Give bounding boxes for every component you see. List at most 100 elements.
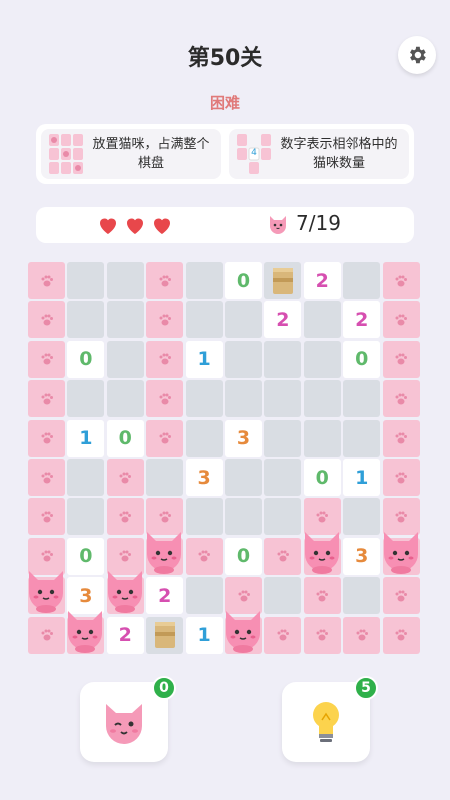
paw-cell[interactable] [264, 537, 302, 575]
board-cell[interactable] [303, 419, 341, 457]
paw-cell[interactable] [146, 419, 184, 457]
board-cell[interactable] [343, 380, 381, 418]
board-cell[interactable] [146, 459, 184, 496]
heart-icon [100, 218, 116, 234]
paw-cell[interactable] [28, 498, 65, 536]
number-cell: 2 [343, 301, 381, 339]
paw-cell[interactable] [146, 262, 184, 299]
paw-icon [41, 550, 53, 562]
board-cell[interactable] [185, 577, 223, 615]
board-cell[interactable] [185, 262, 223, 299]
cat-cell [382, 531, 420, 575]
paw-cell[interactable] [185, 537, 223, 575]
board-cell[interactable] [225, 459, 262, 496]
paw-icon [395, 472, 408, 483]
paw-icon [238, 590, 250, 602]
paw-icon [41, 432, 53, 444]
board-cell[interactable] [264, 459, 302, 496]
board-cell[interactable] [67, 498, 105, 536]
paw-cell[interactable] [382, 340, 420, 378]
cat-hint-button[interactable]: 0 [80, 676, 176, 762]
board-cell[interactable] [343, 419, 381, 457]
paw-cell[interactable] [382, 459, 420, 496]
rule-card-number: 4 数字表示相邻格中的猫咪数量 [229, 129, 409, 179]
paw-icon [41, 275, 53, 286]
board-cell[interactable] [225, 340, 262, 378]
board-cell[interactable] [225, 380, 262, 418]
board-cell[interactable] [67, 262, 105, 299]
status-bar: 7/19 [36, 207, 414, 243]
paw-icon [119, 550, 132, 562]
paw-icon [277, 629, 289, 641]
board-cell[interactable] [106, 340, 144, 378]
paw-cell[interactable] [28, 340, 65, 378]
board-cell[interactable] [343, 577, 381, 615]
rule-thumb-number: 4 [251, 148, 257, 158]
paw-cell[interactable] [106, 459, 144, 496]
paw-cell[interactable] [382, 301, 420, 339]
board-cell[interactable] [67, 301, 105, 339]
number-cell: 0 [303, 459, 341, 496]
paw-cell[interactable] [382, 380, 420, 418]
number-cell: 2 [106, 616, 144, 654]
cat-cell [225, 610, 262, 654]
board-cell[interactable] [106, 301, 144, 339]
paw-icon [395, 353, 408, 365]
board-cell[interactable] [225, 498, 262, 536]
settings-button[interactable] [398, 36, 436, 74]
paw-cell[interactable] [28, 459, 65, 496]
number-cell: 0 [225, 262, 262, 299]
paw-cell[interactable] [343, 616, 381, 654]
number-cell: 3 [343, 537, 381, 575]
paw-cell[interactable] [28, 419, 65, 457]
paw-cell[interactable] [382, 262, 420, 299]
paw-cell[interactable] [28, 616, 65, 654]
paw-icon [41, 511, 53, 523]
paw-icon [395, 511, 408, 523]
board-cell[interactable] [106, 262, 144, 299]
board-cell[interactable] [303, 380, 341, 418]
board-cell[interactable] [303, 340, 341, 378]
paw-cell[interactable] [28, 301, 65, 339]
board-cell[interactable] [264, 498, 302, 536]
paw-icon [395, 393, 408, 405]
paw-cell[interactable] [146, 301, 184, 339]
board-cell[interactable] [185, 380, 223, 418]
board-cell[interactable] [185, 301, 223, 339]
paw-cell[interactable] [28, 380, 65, 418]
board-cell[interactable] [225, 301, 262, 339]
board-cell[interactable] [185, 419, 223, 457]
paw-cell[interactable] [382, 577, 420, 615]
number-cell: 2 [303, 262, 341, 299]
paw-icon [159, 432, 171, 444]
board-cell[interactable] [264, 380, 302, 418]
paw-icon [119, 511, 132, 523]
paw-cell[interactable] [382, 616, 420, 654]
board-cell[interactable] [67, 459, 105, 496]
paw-cell[interactable] [146, 340, 184, 378]
board-cell[interactable] [185, 498, 223, 536]
board-cell[interactable] [343, 262, 381, 299]
paw-cell[interactable] [106, 498, 144, 536]
number-cell: 3 [185, 459, 223, 496]
lives-hearts [96, 213, 174, 237]
board-cell[interactable] [264, 419, 302, 457]
bulb-hint-button[interactable]: 5 [282, 676, 378, 762]
paw-cell[interactable] [146, 380, 184, 418]
paw-cell[interactable] [264, 616, 302, 654]
paw-cell[interactable] [28, 262, 65, 299]
rules-panel: 放置猫咪，占满整个棋盘 4 数字表示相邻格中的猫咪数量 [36, 124, 414, 184]
paw-cell[interactable] [303, 616, 341, 654]
rule-text-fill: 放置猫咪，占满整个棋盘 [92, 137, 210, 171]
board-cell[interactable] [67, 380, 105, 418]
board-cell[interactable] [264, 340, 302, 378]
cat-progress: 7/19 [296, 211, 341, 235]
board-cell[interactable] [303, 301, 341, 339]
paw-cell[interactable] [382, 419, 420, 457]
paw-icon [119, 472, 132, 483]
bulb-hint-count-badge: 5 [354, 676, 378, 700]
board-cell[interactable] [264, 577, 302, 615]
paw-cell[interactable] [303, 577, 341, 615]
board-cell[interactable] [343, 498, 381, 536]
board-cell[interactable] [106, 380, 144, 418]
